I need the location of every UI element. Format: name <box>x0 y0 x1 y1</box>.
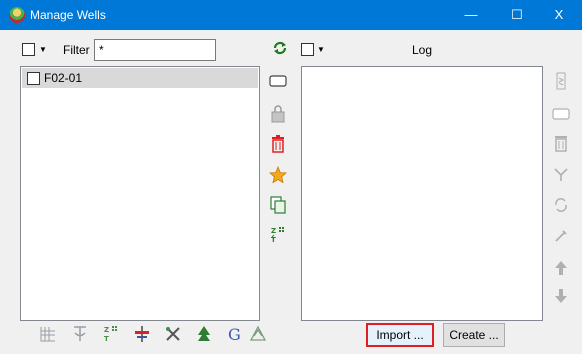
resample-icon[interactable] <box>551 195 571 215</box>
list-item[interactable]: F02-01 <box>22 68 258 88</box>
depth-time-icon[interactable] <box>70 323 90 345</box>
import-button[interactable]: Import ... <box>366 323 434 347</box>
move-down-icon[interactable] <box>551 286 571 306</box>
delete-log-icon[interactable] <box>551 133 571 153</box>
svg-text:T: T <box>104 335 109 343</box>
merge-icon[interactable] <box>551 164 571 184</box>
svg-text:T: T <box>271 236 276 244</box>
rename-log-icon[interactable] <box>551 104 571 124</box>
minimize-button[interactable]: — <box>448 0 494 30</box>
select-wells-dropdown-icon[interactable]: ▼ <box>39 45 47 54</box>
simple-icon[interactable] <box>248 323 268 345</box>
log-list[interactable] <box>301 66 543 321</box>
svg-text:Z: Z <box>104 326 109 334</box>
svg-text:G: G <box>228 325 241 343</box>
select-all-wells-checkbox[interactable] <box>22 43 35 56</box>
wells-list[interactable]: F02-01 <box>20 66 260 321</box>
well-checkbox[interactable] <box>27 72 40 85</box>
star-icon[interactable] <box>268 165 288 185</box>
svg-text:Z: Z <box>271 227 276 235</box>
well-track-icon[interactable] <box>38 323 58 345</box>
copy-icon[interactable] <box>268 195 288 215</box>
close-button[interactable]: X <box>536 0 582 30</box>
create-button[interactable]: Create ... <box>443 323 505 347</box>
filter-label: Filter <box>63 43 90 57</box>
sort-icon[interactable]: ZT <box>268 224 288 246</box>
title-bar: Manage Wells — ☐ X <box>0 0 582 30</box>
window-title: Manage Wells <box>30 8 106 22</box>
tie-icon[interactable]: ZT <box>101 323 121 345</box>
tool-icon[interactable] <box>163 323 183 345</box>
tree-icon[interactable] <box>194 323 214 345</box>
move-up-icon[interactable] <box>551 258 571 278</box>
rename-icon[interactable] <box>268 71 288 91</box>
filter-input[interactable] <box>94 39 216 61</box>
marker-icon[interactable] <box>132 323 152 345</box>
export-icon[interactable] <box>551 71 571 91</box>
select-all-logs-checkbox[interactable] <box>301 43 314 56</box>
app-icon <box>9 7 25 23</box>
g-icon[interactable]: G <box>225 323 245 345</box>
calculate-icon[interactable] <box>551 226 571 246</box>
maximize-button[interactable]: ☐ <box>494 0 540 30</box>
delete-icon[interactable] <box>268 134 288 154</box>
refresh-icon[interactable] <box>270 38 290 58</box>
log-header: Log <box>412 43 433 57</box>
lock-icon[interactable] <box>268 104 288 124</box>
select-logs-dropdown-icon[interactable]: ▼ <box>317 45 325 54</box>
well-name: F02-01 <box>44 71 83 85</box>
